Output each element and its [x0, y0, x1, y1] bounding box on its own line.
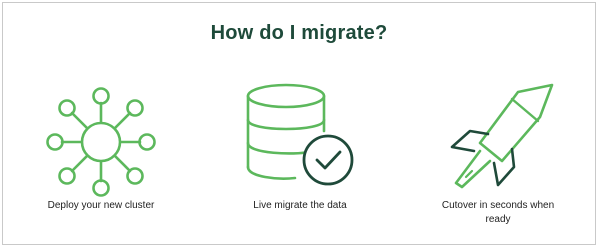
database-check-icon: [238, 79, 362, 202]
step-live-migrate: Live migrate the data: [210, 73, 390, 241]
step-caption: Live migrate the data: [253, 200, 347, 211]
migration-panel: How do I migrate? Deploy your new cluste…: [2, 2, 596, 245]
rocket-icon: [436, 79, 560, 202]
step-caption: Cutover in seconds when ready: [441, 200, 555, 225]
cluster-icon: [41, 79, 161, 202]
step-deploy-cluster: Deploy your new cluster: [11, 73, 191, 241]
step-cutover: Cutover in seconds when ready: [408, 73, 588, 241]
page-title: How do I migrate?: [210, 22, 388, 44]
step-caption: Deploy your new cluster: [47, 200, 155, 211]
